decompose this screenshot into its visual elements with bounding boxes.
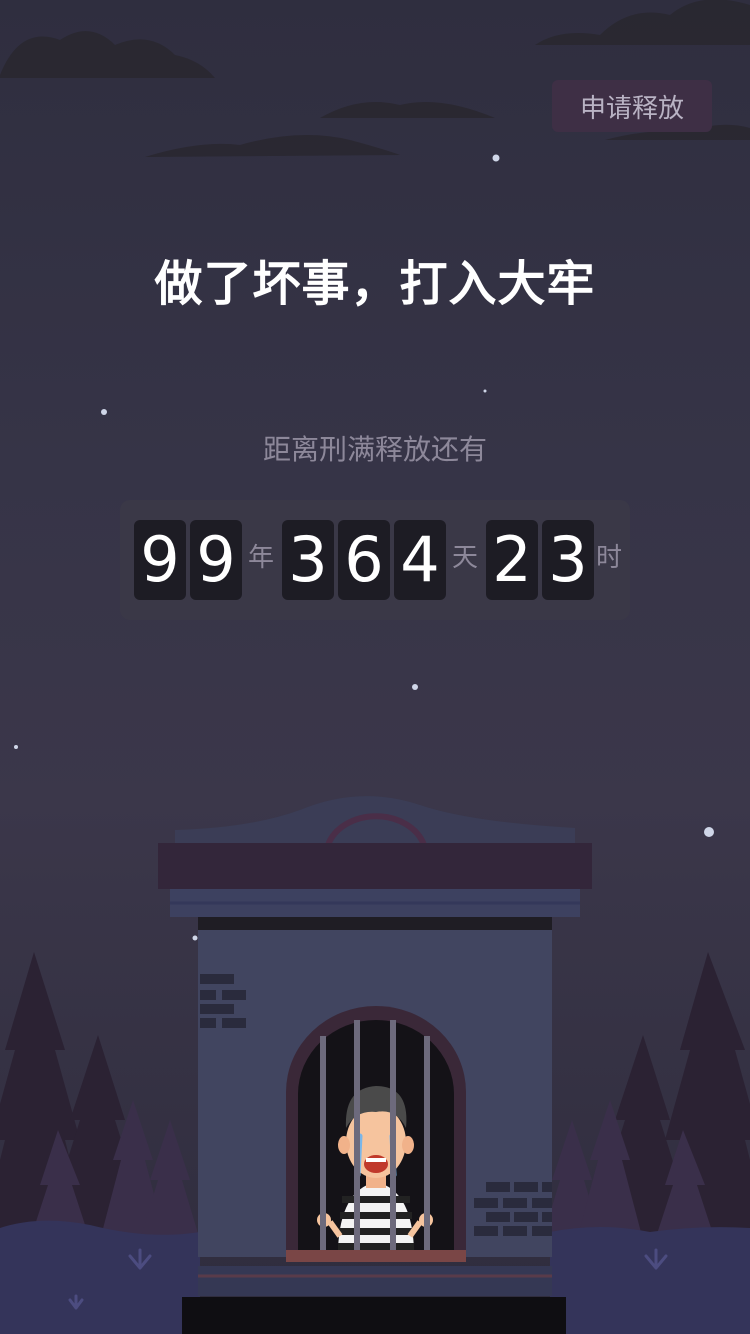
years-digit: 9 — [190, 520, 242, 600]
page-title: 做了坏事，打入大牢 — [154, 256, 596, 312]
day-unit-label: 天 — [452, 543, 479, 573]
countdown-panel: 9 9 年 3 6 4 天 2 3 时 — [120, 500, 630, 620]
days-digit: 6 — [338, 520, 390, 600]
apply-release-button[interactable]: 申请释放 — [552, 80, 712, 132]
countdown-caption: 距离刑满释放还有 — [262, 433, 487, 466]
days-digit: 3 — [282, 520, 334, 600]
prison-illustration — [158, 796, 592, 1334]
days-digit: 4 — [394, 520, 446, 600]
year-unit-label: 年 — [248, 543, 275, 573]
years-digit: 9 — [134, 520, 186, 600]
hour-unit-label: 时 — [596, 543, 623, 573]
hours-digit: 3 — [542, 520, 594, 600]
hours-digit: 2 — [486, 520, 538, 600]
